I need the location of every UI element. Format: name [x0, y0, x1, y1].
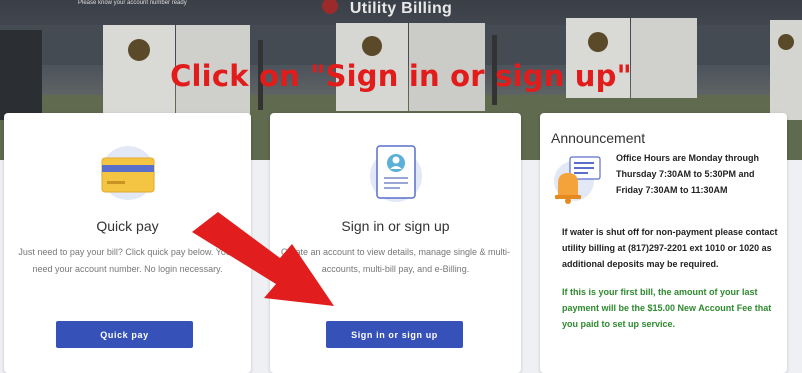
quick-pay-title: Quick pay [96, 218, 159, 234]
sign-in-description: Create an account to view details, manag… [280, 247, 511, 274]
instruction-overlay-text: Click on "Sign in or sign up" [170, 59, 632, 93]
credit-card-icon [92, 143, 164, 203]
quick-pay-button[interactable]: Quick pay [56, 321, 193, 348]
sign-in-title: Sign in or sign up [341, 218, 450, 234]
announcement-title: Announcement [551, 130, 646, 146]
quick-pay-description: Just need to pay your bill? Click quick … [18, 247, 237, 274]
sign-in-or-sign-up-button[interactable]: Sign in or sign up [326, 321, 463, 348]
bell-announcement-icon [550, 151, 610, 207]
shutoff-notice-text: If water is shut off for non-payment ple… [562, 227, 778, 269]
announcement-card: Announcement Office Hours are Monday thr… [540, 113, 787, 373]
quick-pay-card: Quick pay Just need to pay your bill? Cl… [4, 113, 251, 373]
profile-document-icon [360, 143, 432, 203]
sign-in-card: Sign in or sign up Create an account to … [270, 113, 521, 373]
office-hours-text: Office Hours are Monday through Thursday… [616, 153, 760, 195]
page-title: Utility Billing [349, 0, 453, 17]
first-bill-notice-text: If this is your first bill, the amount o… [562, 287, 772, 329]
